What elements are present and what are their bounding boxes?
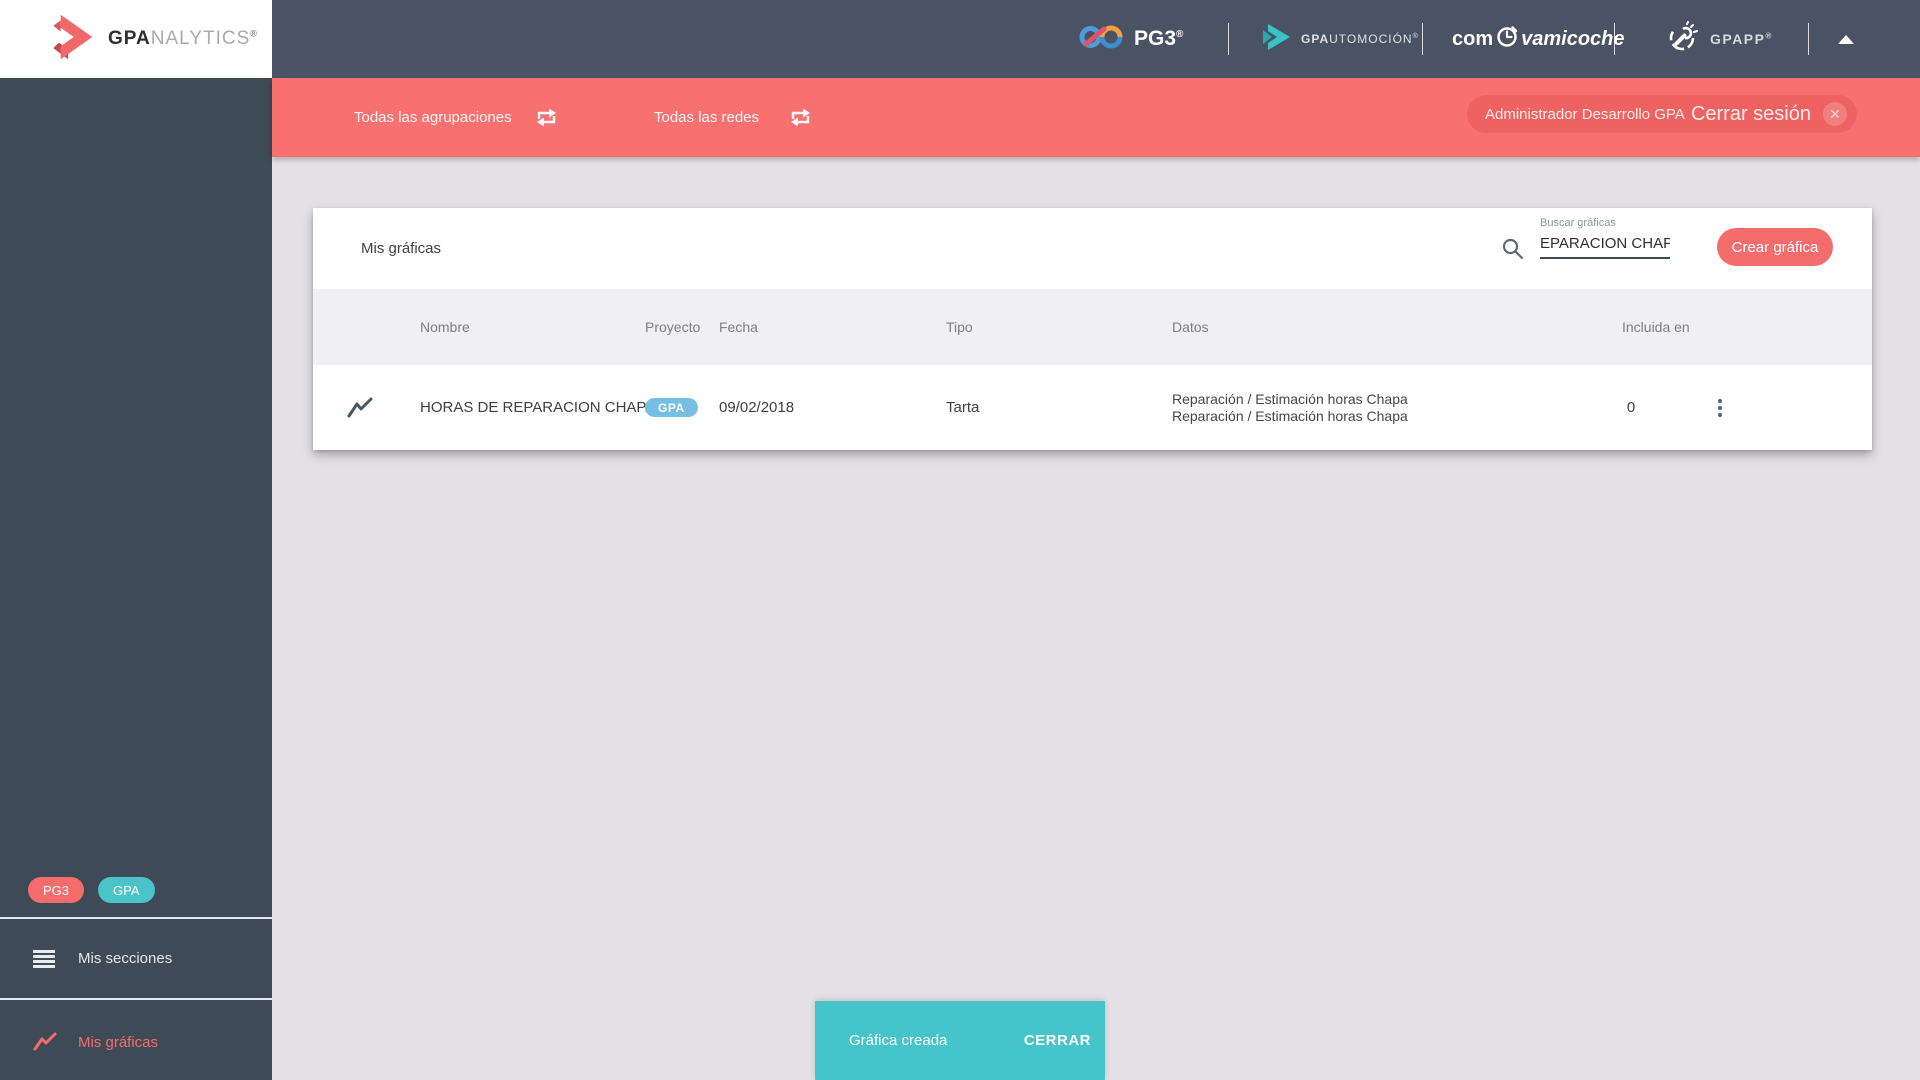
filter-bar: Todas las agrupaciones Todas las redes A… [272, 78, 1920, 157]
row-type: Tarta [946, 399, 980, 416]
gpapp-logo: GPAPP® [1668, 0, 1773, 78]
snackbar-message: Gráfica creada [849, 1032, 948, 1049]
swap-groups-icon[interactable] [535, 107, 558, 133]
row-chart-icon [347, 365, 373, 450]
page-title: Mis gráficas [361, 240, 442, 257]
sections-list-icon [33, 949, 55, 968]
snackbar: Gráfica creada CERRAR [815, 1001, 1105, 1080]
sidebar-item-mis-secciones[interactable]: Mis secciones [0, 919, 272, 998]
collapse-header-button[interactable] [1832, 0, 1860, 78]
row-name: HORAS DE REPARACION CHAPA [420, 399, 656, 416]
gpautomocion-arrow-icon [1262, 22, 1292, 57]
swap-networks-icon[interactable] [789, 107, 812, 133]
kebab-icon [1718, 398, 1722, 417]
chevron-up-icon [1838, 34, 1854, 44]
row-actions-menu-button[interactable] [1705, 365, 1735, 450]
row-project-badge-cell: GPA [645, 365, 698, 450]
table-row[interactable]: HORAS DE REPARACION CHAPA GPA 09/02/2018… [313, 365, 1872, 450]
column-header-incluida-en: Incluida en [1622, 319, 1690, 335]
project-badge: GPA [645, 398, 698, 417]
line-chart-icon [33, 1032, 57, 1052]
row-data-line-1: Reparación / Estimación horas Chapa [1172, 390, 1408, 407]
logged-user-name: Administrador Desarrollo GPA [1485, 105, 1685, 123]
sidebar-item-mis-graficas[interactable]: Mis gráficas [0, 1000, 272, 1080]
gpa-analytics-logo: GPANALYTICS® [0, 0, 272, 78]
header-divider [1422, 23, 1423, 55]
search-field: Buscar gráficas [1540, 217, 1670, 259]
row-data-line-2: Reparación / Estimación horas Chapa [1172, 407, 1408, 424]
column-header-tipo: Tipo [946, 319, 973, 335]
table-header-row: Nombre Proyecto Fecha Tipo Datos Incluid… [313, 289, 1872, 365]
user-session-pill: Administrador Desarrollo GPA Cerrar sesi… [1467, 95, 1857, 133]
card-header: Mis gráficas Buscar gráficas Crear gráfi… [313, 208, 1872, 289]
gpa-analytics-arrow-icon [44, 11, 96, 68]
search-graphs-input[interactable] [1540, 233, 1670, 259]
column-header-proyecto: Proyecto [645, 319, 701, 335]
my-charts-card: Mis gráficas Buscar gráficas Crear gráfi… [313, 208, 1872, 450]
filter-all-groups[interactable]: Todas las agrupaciones [354, 78, 512, 157]
sidebar-badges: PG3 GPA [28, 877, 155, 903]
sidebar: PG3 GPA Mis secciones Mis gráficas [0, 78, 272, 1080]
search-icon[interactable] [1501, 237, 1525, 266]
header-divider [1614, 23, 1615, 55]
row-data-cell: Reparación / Estimación horas Chapa Repa… [1172, 365, 1408, 450]
column-header-fecha: Fecha [719, 319, 758, 335]
snackbar-close-button[interactable]: CERRAR [1024, 1032, 1091, 1049]
create-chart-button[interactable]: Crear gráfica [1717, 228, 1833, 266]
top-header-bar: GPANALYTICS® PG3® GPAUTOMOCIÓN® com vami… [0, 0, 1920, 78]
row-included-count: 0 [1626, 399, 1636, 416]
logout-button[interactable]: Cerrar sesión [1691, 103, 1811, 126]
header-divider [1808, 23, 1809, 55]
header-divider [1228, 23, 1229, 55]
filter-all-networks[interactable]: Todas las redes [654, 78, 759, 157]
column-header-nombre: Nombre [420, 319, 470, 335]
logout-close-icon[interactable]: ✕ [1823, 102, 1847, 126]
pg3-infinity-icon [1078, 21, 1124, 58]
row-date: 09/02/2018 [719, 399, 795, 416]
column-header-datos: Datos [1172, 319, 1209, 335]
gpautomocion-logo: GPAUTOMOCIÓN® [1262, 0, 1419, 78]
pg3-badge: PG3 [28, 877, 85, 903]
gpa-analytics-wordmark: GPANALYTICS® [108, 28, 258, 49]
comprovamicoche-logo: com vamicoche [1452, 0, 1625, 78]
stopwatch-icon [1493, 23, 1521, 55]
gpapp-wrench-icon [1668, 20, 1700, 58]
gpa-badge: GPA [98, 877, 155, 903]
search-field-label: Buscar gráficas [1540, 217, 1616, 229]
pg3-logo: PG3® [1078, 0, 1183, 78]
